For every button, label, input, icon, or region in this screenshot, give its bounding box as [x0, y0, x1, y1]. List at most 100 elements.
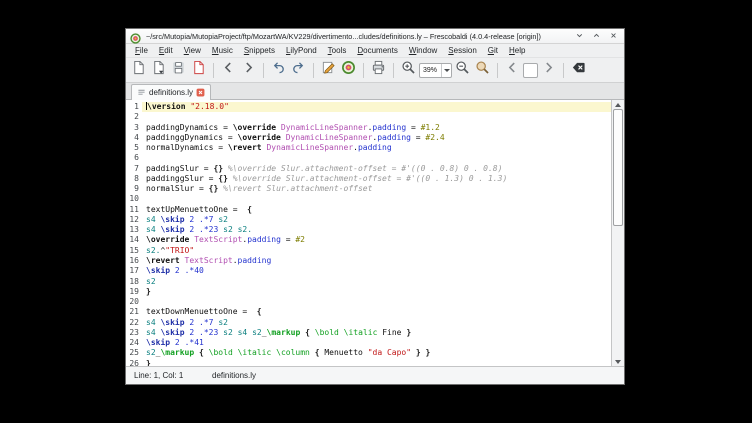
- code-line-5[interactable]: 5normalDynamics = \revert DynamicLineSpa…: [126, 143, 611, 153]
- forward-button[interactable]: [239, 61, 258, 80]
- line-number: 14: [126, 235, 142, 245]
- cursor-position-status: Line: 1, Col: 1: [134, 371, 212, 380]
- code-line-25[interactable]: 25s2_\markup { \bold \italic \column { M…: [126, 348, 611, 358]
- line-number: 18: [126, 277, 142, 287]
- line-number: 17: [126, 266, 142, 276]
- line-content: s4 \skip 2 .*23 s2 s2.: [142, 225, 611, 235]
- open-document-button[interactable]: [149, 61, 168, 80]
- line-content: }: [142, 359, 611, 367]
- next-page-button[interactable]: [539, 61, 558, 80]
- menu-documents[interactable]: Documents: [352, 45, 402, 56]
- line-number: 9: [126, 184, 142, 194]
- menu-window[interactable]: Window: [404, 45, 442, 56]
- code-line-8[interactable]: 8paddinggSlur = {} %\override Slur.attac…: [126, 174, 611, 184]
- clear-music-view-button[interactable]: [569, 61, 588, 80]
- maximize-button[interactable]: [590, 30, 603, 42]
- save-document-button[interactable]: [169, 61, 188, 80]
- code-line-26[interactable]: 26}: [126, 359, 611, 367]
- code-line-12[interactable]: 12s4 \skip 2 .*7 s2: [126, 215, 611, 225]
- code-line-10[interactable]: 10: [126, 194, 611, 204]
- line-content: textDownMenuettoOne = {: [142, 307, 611, 317]
- code-line-20[interactable]: 20: [126, 297, 611, 307]
- toolbar-separator: [363, 63, 364, 78]
- combo-dropdown-icon[interactable]: [441, 64, 451, 77]
- music-zoom-in-button[interactable]: [399, 61, 418, 80]
- code-line-2[interactable]: 2: [126, 112, 611, 122]
- code-line-14[interactable]: 14\override TextScript.padding = #2: [126, 235, 611, 245]
- engrave-button[interactable]: [339, 61, 358, 80]
- code-line-17[interactable]: 17\skip 2 .*40: [126, 266, 611, 276]
- menu-help[interactable]: Help: [504, 45, 530, 56]
- code-line-22[interactable]: 22s4 \skip 2 .*7 s2: [126, 318, 611, 328]
- magnifier-button[interactable]: [473, 61, 492, 80]
- edit-in-place-button[interactable]: [319, 61, 338, 80]
- code-line-3[interactable]: 3paddingDynamics = \override DynamicLine…: [126, 123, 611, 133]
- code-line-16[interactable]: 16\revert TextScript.padding: [126, 256, 611, 266]
- line-content: paddinggSlur = {} %\override Slur.attach…: [142, 174, 611, 184]
- code-line-6[interactable]: 6: [126, 153, 611, 163]
- line-number: 22: [126, 318, 142, 328]
- chevron-up-icon: [592, 27, 601, 45]
- code-line-13[interactable]: 13s4 \skip 2 .*23 s2 s2.: [126, 225, 611, 235]
- zoom-level-value: 39%: [420, 64, 441, 77]
- code-line-11[interactable]: 11textUpMenuettoOne = {: [126, 205, 611, 215]
- line-number: 11: [126, 205, 142, 215]
- line-number: 21: [126, 307, 142, 317]
- code-line-7[interactable]: 7paddingSlur = {} %\override Slur.attach…: [126, 164, 611, 174]
- line-content: textUpMenuettoOne = {: [142, 205, 611, 215]
- code-line-19[interactable]: 19}: [126, 287, 611, 297]
- menu-session[interactable]: Session: [443, 45, 481, 56]
- document-name-status: definitions.ly: [212, 371, 256, 380]
- back-button[interactable]: [219, 61, 238, 80]
- close-document-button[interactable]: [189, 61, 208, 80]
- line-number: 24: [126, 338, 142, 348]
- title-bar[interactable]: ~/src/Mutopia/MutopiaProject/ftp/MozartW…: [126, 29, 624, 44]
- edit-in-place-icon: [321, 60, 336, 80]
- menu-file[interactable]: File: [130, 45, 153, 56]
- code-line-23[interactable]: 23s4 \skip 2 .*23 s2 s4 s2_\markup { \bo…: [126, 328, 611, 338]
- tab-close-icon[interactable]: [196, 88, 205, 97]
- line-number: 13: [126, 225, 142, 235]
- scrollbar-up-icon[interactable]: [612, 100, 624, 109]
- menu-git[interactable]: Git: [483, 45, 503, 56]
- undo-button[interactable]: [269, 61, 288, 80]
- code-line-18[interactable]: 18s2: [126, 277, 611, 287]
- toolbar: 39%: [126, 58, 624, 83]
- music-zoom-out-button[interactable]: [453, 61, 472, 80]
- menu-lilypond[interactable]: LilyPond: [281, 45, 322, 56]
- vertical-scrollbar[interactable]: [611, 100, 624, 366]
- minimize-button[interactable]: [573, 30, 586, 42]
- line-number: 12: [126, 215, 142, 225]
- new-document-button[interactable]: [129, 61, 148, 80]
- close-button[interactable]: [607, 30, 620, 42]
- menu-snippets[interactable]: Snippets: [239, 45, 280, 56]
- code-line-4[interactable]: 4paddinggDynamics = \override DynamicLin…: [126, 133, 611, 143]
- back-icon: [221, 60, 236, 80]
- close-x-icon: [609, 27, 618, 45]
- print-button[interactable]: [369, 61, 388, 80]
- line-content: \skip 2 .*40: [142, 266, 611, 276]
- tab-definitions-ly[interactable]: definitions.ly: [131, 84, 211, 100]
- print-icon: [371, 60, 386, 80]
- code-line-15[interactable]: 15s2.^"TRIO": [126, 246, 611, 256]
- line-content: \version "2.18.0": [142, 102, 611, 112]
- code-line-21[interactable]: 21textDownMenuettoOne = {: [126, 307, 611, 317]
- toolbar-separator: [563, 63, 564, 78]
- menu-edit[interactable]: Edit: [154, 45, 178, 56]
- menu-tools[interactable]: Tools: [323, 45, 352, 56]
- menu-view[interactable]: View: [179, 45, 206, 56]
- code-area[interactable]: 1\version "2.18.0"23paddingDynamics = \o…: [126, 100, 611, 366]
- line-content: s4 \skip 2 .*7 s2: [142, 215, 611, 225]
- music-zoom-level-combo[interactable]: 39%: [419, 63, 452, 78]
- code-line-9[interactable]: 9normalSlur = {} %\revert Slur.attachmen…: [126, 184, 611, 194]
- previous-page-button[interactable]: [503, 61, 522, 80]
- code-editor[interactable]: 1\version "2.18.0"23paddingDynamics = \o…: [126, 100, 624, 367]
- line-number: 19: [126, 287, 142, 297]
- code-line-24[interactable]: 24\skip 2 .*41: [126, 338, 611, 348]
- code-line-1[interactable]: 1\version "2.18.0": [126, 102, 611, 112]
- page-number-input[interactable]: [523, 63, 538, 78]
- menu-music[interactable]: Music: [207, 45, 238, 56]
- scrollbar-down-icon[interactable]: [612, 357, 624, 366]
- scrollbar-thumb[interactable]: [613, 109, 623, 226]
- redo-button[interactable]: [289, 61, 308, 80]
